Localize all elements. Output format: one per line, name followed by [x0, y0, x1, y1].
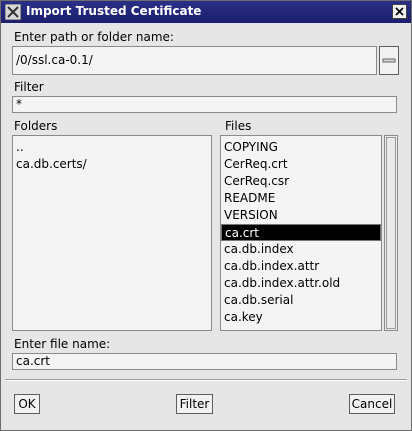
close-icon: [395, 7, 404, 16]
file-item-selected[interactable]: ca.crt: [221, 224, 381, 241]
path-input[interactable]: /0/ssl.ca-0.1/: [12, 46, 377, 75]
separator-highlight: [5, 380, 407, 381]
filter-label: Filter: [14, 80, 44, 94]
folders-list[interactable]: .. ca.db.certs/: [12, 135, 212, 331]
filename-input[interactable]: ca.crt: [12, 353, 397, 370]
file-item[interactable]: README: [221, 190, 381, 207]
file-item[interactable]: ca.key: [221, 309, 381, 326]
file-item[interactable]: ca.db.index: [221, 241, 381, 258]
path-input-value: /0/ssl.ca-0.1/: [16, 53, 93, 67]
file-item[interactable]: CerReq.csr: [221, 173, 381, 190]
filename-label: Enter file name:: [14, 337, 111, 351]
files-label: Files: [225, 119, 252, 133]
file-item[interactable]: COPYING: [221, 139, 381, 156]
import-certificate-dialog: Import Trusted Certificate Enter path or…: [0, 0, 412, 431]
file-item[interactable]: ca.db.index.attr.old: [221, 275, 381, 292]
folders-label: Folders: [14, 119, 58, 133]
path-label: Enter path or folder name:: [14, 30, 174, 44]
ok-button[interactable]: OK: [14, 394, 40, 414]
files-scrollbar[interactable]: [384, 135, 398, 331]
filename-input-value: ca.crt: [16, 354, 51, 368]
filter-input-value: *: [16, 97, 22, 111]
cancel-button[interactable]: Cancel: [349, 394, 395, 414]
file-item[interactable]: ca.db.index.attr: [221, 258, 381, 275]
path-dropdown-button[interactable]: [379, 46, 399, 75]
filter-input[interactable]: *: [12, 96, 397, 113]
title-bar[interactable]: Import Trusted Certificate: [1, 1, 411, 23]
filter-button[interactable]: Filter: [176, 394, 213, 414]
files-scrollbar-thumb[interactable]: [386, 137, 396, 329]
window-title: Import Trusted Certificate: [26, 4, 202, 18]
dropdown-icon: [382, 58, 396, 63]
file-item[interactable]: CerReq.crt: [221, 156, 381, 173]
app-icon[interactable]: [5, 4, 21, 20]
folder-item[interactable]: ..: [13, 139, 211, 156]
file-item[interactable]: ca.db.serial: [221, 292, 381, 309]
files-list[interactable]: COPYING CerReq.crt CerReq.csr README VER…: [220, 135, 382, 331]
folder-item[interactable]: ca.db.certs/: [13, 156, 211, 173]
file-item[interactable]: VERSION: [221, 207, 381, 224]
close-button[interactable]: [392, 4, 407, 19]
